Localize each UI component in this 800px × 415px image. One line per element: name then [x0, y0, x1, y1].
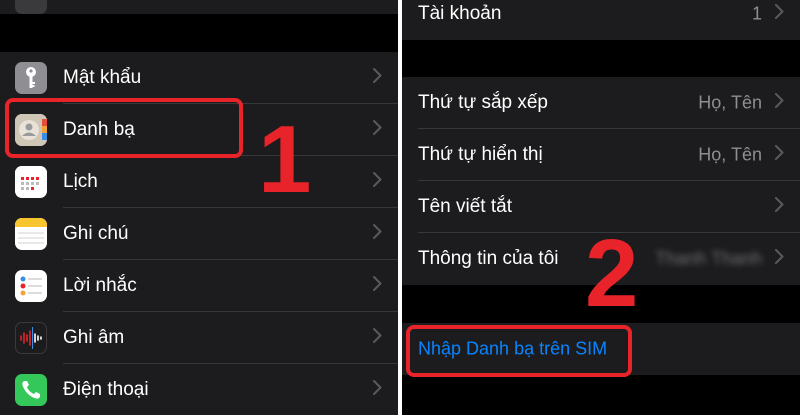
accounts-count: 1	[751, 3, 762, 24]
settings-item-passwords[interactable]: Mật khẩu	[0, 52, 398, 104]
settings-item-notes[interactable]: Ghi chú	[0, 208, 398, 260]
chevron-right-icon	[373, 328, 382, 348]
chevron-right-icon	[775, 249, 784, 269]
settings-item-label: Ghi chú	[63, 223, 129, 244]
chevron-right-icon	[373, 380, 382, 400]
previous-settings-row	[0, 0, 398, 14]
settings-item-label: Mật khẩu	[63, 67, 142, 88]
sort-order-value: Họ, Tên	[698, 92, 762, 113]
key-icon	[15, 62, 47, 94]
my-info-label: Thông tin của tôi	[418, 248, 559, 269]
contacts-settings-panel: Tài khoản 1 Thứ tự sắp xếp Họ, Tên Thứ t…	[402, 0, 800, 415]
settings-item-label: Ghi âm	[63, 327, 125, 348]
my-info-value-blurred: Thanh Thanh	[655, 248, 762, 269]
phone-icon	[15, 374, 47, 406]
notes-icon	[15, 218, 47, 250]
annotation-highlight-import-sim	[406, 325, 632, 377]
calendar-icon	[15, 166, 47, 198]
sort-order-row[interactable]: Thứ tự sắp xếp Họ, Tên	[402, 77, 800, 129]
chevron-right-icon	[373, 120, 382, 140]
settings-item-calendar[interactable]: Lịch	[0, 156, 398, 208]
annotation-step-1: 1	[258, 106, 312, 213]
annotation-step-2: 2	[585, 220, 639, 327]
chevron-right-icon	[775, 197, 784, 217]
reminders-icon	[15, 270, 47, 302]
previous-app-icon	[15, 0, 47, 14]
accounts-label: Tài khoản	[418, 3, 502, 24]
settings-item-label: Lịch	[63, 171, 98, 192]
voice-memos-icon	[15, 322, 47, 354]
chevron-right-icon	[373, 172, 382, 192]
display-order-row[interactable]: Thứ tự hiển thị Họ, Tên	[402, 129, 800, 181]
chevron-right-icon	[775, 93, 784, 113]
display-order-label: Thứ tự hiển thị	[418, 144, 543, 165]
chevron-right-icon	[775, 4, 784, 24]
short-name-label: Tên viết tắt	[418, 196, 512, 217]
chevron-right-icon	[373, 276, 382, 296]
sort-order-label: Thứ tự sắp xếp	[418, 92, 548, 113]
chevron-right-icon	[373, 68, 382, 88]
settings-item-voice-memos[interactable]: Ghi âm	[0, 312, 398, 364]
settings-list-panel: Mật khẩu Danh bạ Lịch Ghi chú Lời nhắc G…	[0, 0, 398, 415]
settings-item-label: Lời nhắc	[63, 275, 137, 296]
settings-item-phone[interactable]: Điện thoại	[0, 364, 398, 415]
chevron-right-icon	[373, 224, 382, 244]
annotation-highlight-contacts	[5, 98, 243, 158]
chevron-right-icon	[775, 145, 784, 165]
settings-item-label: Điện thoại	[63, 379, 149, 400]
accounts-row[interactable]: Tài khoản 1	[402, 0, 800, 40]
display-order-value: Họ, Tên	[698, 144, 762, 165]
settings-item-reminders[interactable]: Lời nhắc	[0, 260, 398, 312]
